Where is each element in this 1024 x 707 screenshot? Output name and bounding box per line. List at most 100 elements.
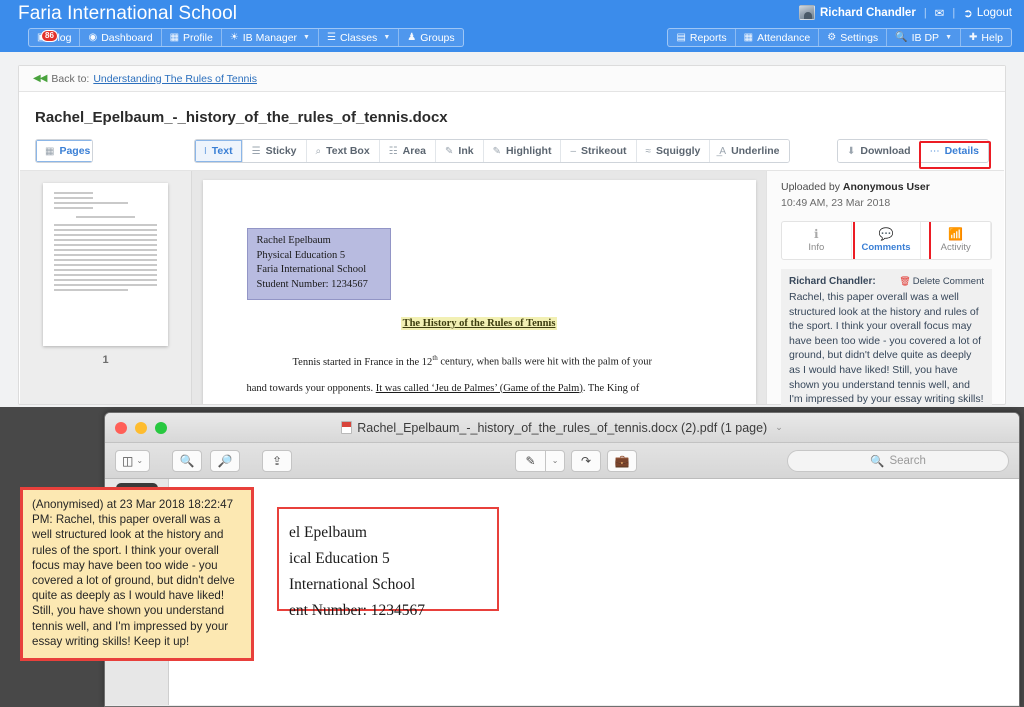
breadcrumb-link[interactable]: Understanding The Rules of Tennis xyxy=(93,73,257,85)
screen-root: Faria International School Richard Chand… xyxy=(0,0,1024,707)
sidebar-toggle-button[interactable]: ◫ ⌄ xyxy=(115,449,151,472)
tab-comments[interactable]: 💬 Comments xyxy=(852,222,922,259)
envelope-icon[interactable]: ✉ xyxy=(935,6,945,20)
pdf-address-box: el Epelbaum ical Education 5 Internation… xyxy=(277,507,499,619)
markup-dropdown-button[interactable]: ⌄ xyxy=(545,449,566,472)
nav-item-attendance[interactable]: ▦ Attendance xyxy=(736,29,820,46)
nav-item-dashboard[interactable]: ◉ Dashboard xyxy=(80,29,162,46)
comment-author: Richard Chandler: xyxy=(789,276,876,287)
tool-ink[interactable]: ✎ Ink xyxy=(436,140,484,162)
nav-item-ib-manager[interactable]: ☀ IB Manager ▼ xyxy=(222,29,319,46)
page-thumbnail-number: 1 xyxy=(102,354,109,366)
tool-underline[interactable]: ̲A Underline xyxy=(710,140,789,162)
tool-label-text: Text xyxy=(211,145,233,157)
search-icon: 🔍 xyxy=(870,455,885,468)
tool-button-group: I Text ☰ Sticky ⌕ Text Box ☷ Area ✎ Ink … xyxy=(194,139,790,163)
body-line-1b: century, when balls were hit with the pa… xyxy=(437,356,652,368)
sticky-note-annotation[interactable]: (Anonymised) at 23 Mar 2018 18:22:47 PM:… xyxy=(20,487,254,661)
nav-item-reports[interactable]: ▤ Reports xyxy=(668,29,736,46)
address-line-2: Physical Education 5 xyxy=(256,249,346,261)
nav-label-ib-dp: IB DP xyxy=(911,31,940,44)
details-panel: Uploaded by Anonymous User 10:49 AM, 23 … xyxy=(766,171,1004,431)
document-heading-text: The History of the Rules of Tennis xyxy=(400,317,558,330)
avatar xyxy=(798,5,815,20)
activity-feed-icon: 📶 xyxy=(948,227,964,241)
attendance-icon: ▦ xyxy=(743,31,754,43)
pages-button[interactable]: ▦ Pages xyxy=(36,140,92,162)
uploaded-by-row: Uploaded by Anonymous User xyxy=(781,181,992,193)
preview-window-title: Rachel_Epelbaum_-_history_of_the_rules_o… xyxy=(341,421,783,435)
tab-label-activity: Activity xyxy=(940,242,971,253)
zoom-in-button[interactable]: 🔎 xyxy=(210,449,241,472)
tool-squiggly[interactable]: ≈ Squiggly xyxy=(636,140,711,162)
zoom-button[interactable] xyxy=(155,422,167,434)
details-button[interactable]: ⋯ Details xyxy=(920,140,988,162)
minimize-button[interactable] xyxy=(135,422,147,434)
address-annotation-block[interactable]: Rachel Epelbaum Physical Education 5 Far… xyxy=(246,228,391,300)
zoom-out-button[interactable]: 🔍 xyxy=(172,449,203,472)
chevron-down-icon: ⌄ xyxy=(551,456,559,465)
pdf-file-icon xyxy=(341,421,353,434)
comment-header: Richard Chandler: 🗑 Delete Comment xyxy=(789,276,984,287)
info-icon: ℹ xyxy=(814,227,819,241)
tool-label-text-box: Text Box xyxy=(326,145,370,157)
tool-strikeout[interactable]: ‒ Strikeout xyxy=(561,140,637,162)
page-thumbnail-1[interactable] xyxy=(43,183,168,346)
tool-text[interactable]: I Text xyxy=(195,140,243,162)
chevron-down-icon: ▼ xyxy=(383,34,391,41)
nav-item-blog[interactable]: ▣ 86 Blog xyxy=(29,29,81,46)
preview-document-page[interactable]: el Epelbaum ical Education 5 Internation… xyxy=(169,479,1019,705)
nav-item-ib-dp[interactable]: 🔍 IB DP ▼ xyxy=(887,29,961,46)
document-page-pane[interactable]: Rachel Epelbaum Physical Education 5 Far… xyxy=(192,171,766,404)
markup-button[interactable]: ✎ xyxy=(515,449,546,472)
sticky-note-icon: ☰ xyxy=(251,145,261,157)
chevron-down-icon: ▼ xyxy=(303,34,310,41)
close-button[interactable] xyxy=(115,422,127,434)
tab-activity[interactable]: 📶 Activity xyxy=(921,222,991,259)
ellipsis-icon: ⋯ xyxy=(929,145,940,157)
delete-comment-label: Delete Comment xyxy=(912,276,984,287)
tab-info[interactable]: ℹ Info xyxy=(782,222,852,259)
tool-text-box[interactable]: ⌕ Text Box xyxy=(306,140,380,162)
chevron-down-icon[interactable]: ⌄ xyxy=(775,422,783,433)
document-viewer: 1 Rachel Epelbaum Physical Education 5 F… xyxy=(20,170,1004,431)
search-input[interactable]: 🔍 Search xyxy=(787,449,1009,472)
blog-badge: 86 xyxy=(41,30,58,42)
tool-label-sticky: Sticky xyxy=(265,145,297,157)
text-cursor-icon: I xyxy=(204,145,207,157)
rotate-icon: ↷ xyxy=(581,453,592,468)
uploaded-by-prefix: Uploaded by xyxy=(781,181,840,193)
tool-area[interactable]: ☷ Area xyxy=(379,140,437,162)
nav-label-classes: Classes xyxy=(339,31,378,44)
tool-highlight[interactable]: ✎ Highlight xyxy=(483,140,562,162)
document-heading: The History of the Rules of Tennis xyxy=(247,317,712,330)
brand-title: Faria International School xyxy=(18,3,238,24)
user-area: Richard Chandler | ✉ | ➲ Logout xyxy=(798,5,1012,20)
share-button[interactable]: ⇪ xyxy=(262,449,293,472)
pdf-address-text: el Epelbaum ical Education 5 Internation… xyxy=(289,520,425,624)
body-line-2-underlined: It was called ‘Jeu de Palmes’ (Game of t… xyxy=(375,382,583,394)
address-line-1: Rachel Epelbaum xyxy=(256,235,331,246)
area-icon: ☷ xyxy=(388,145,398,157)
nav-item-classes[interactable]: ☰ Classes ▼ xyxy=(319,29,400,46)
preview-title-bar[interactable]: Rachel_Epelbaum_-_history_of_the_rules_o… xyxy=(105,413,1019,443)
uploaded-timestamp: 10:49 AM, 23 Mar 2018 xyxy=(781,197,891,209)
comment-body: Rachel, this paper overall was a well st… xyxy=(789,291,984,420)
logout-icon[interactable]: ➲ xyxy=(963,6,973,20)
nav-label-help: Help xyxy=(981,31,1003,44)
rotate-button[interactable]: ↷ xyxy=(571,449,602,472)
download-button[interactable]: ⬇ Download xyxy=(838,140,921,162)
grid-icon: ▦ xyxy=(45,145,55,157)
strikeout-icon: ‒ xyxy=(570,145,577,157)
nav-item-settings[interactable]: ⚙ Settings xyxy=(819,29,888,46)
nav-item-help[interactable]: ✚ Help xyxy=(961,29,1011,46)
nav-item-groups[interactable]: ♟ Groups xyxy=(399,29,462,46)
logout-button[interactable]: Logout xyxy=(977,7,1012,19)
nav-item-profile[interactable]: ▦ Profile xyxy=(162,29,222,46)
delete-comment-button[interactable]: 🗑 Delete Comment xyxy=(899,276,984,287)
user-name[interactable]: Richard Chandler xyxy=(820,7,916,19)
tool-sticky[interactable]: ☰ Sticky xyxy=(242,140,307,162)
toolkit-button[interactable]: 💼 xyxy=(607,449,638,472)
download-icon: ⬇ xyxy=(847,145,856,157)
nav-label-dashboard: Dashboard xyxy=(101,31,153,44)
